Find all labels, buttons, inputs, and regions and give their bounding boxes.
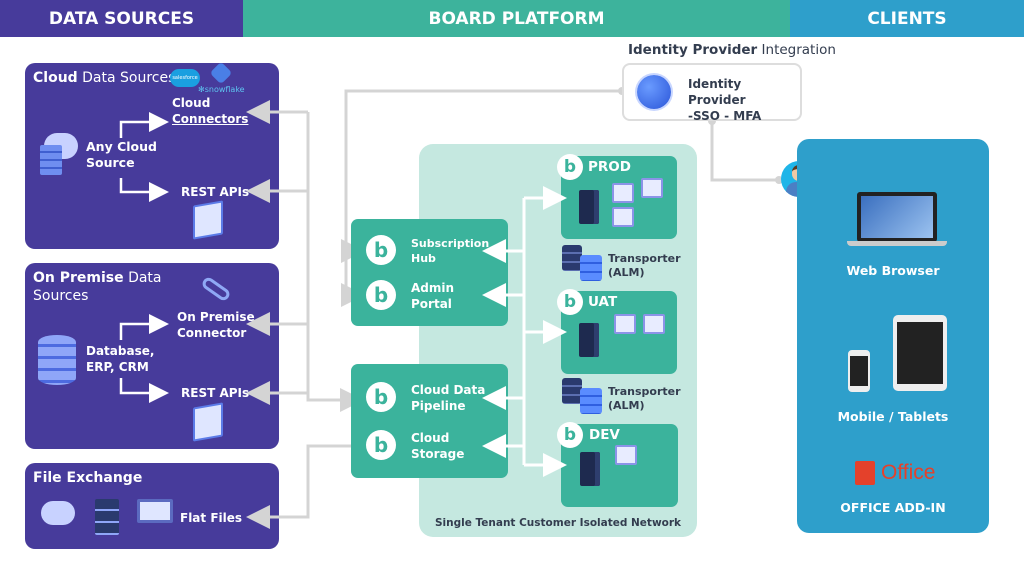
mobile-tablets-label[interactable]: Mobile / Tablets — [797, 409, 989, 424]
laptop-icon — [857, 192, 937, 242]
clients-panel: Web Browser Mobile / Tablets Office OFFI… — [797, 139, 989, 533]
tablet-icon — [893, 315, 947, 391]
phone-icon — [848, 350, 870, 392]
office-addin-label[interactable]: OFFICE ADD-IN — [797, 500, 989, 515]
web-browser-label[interactable]: Web Browser — [797, 263, 989, 278]
laptop-base — [847, 241, 947, 246]
office-icon — [855, 461, 875, 485]
office-logo: Office — [855, 461, 935, 485]
